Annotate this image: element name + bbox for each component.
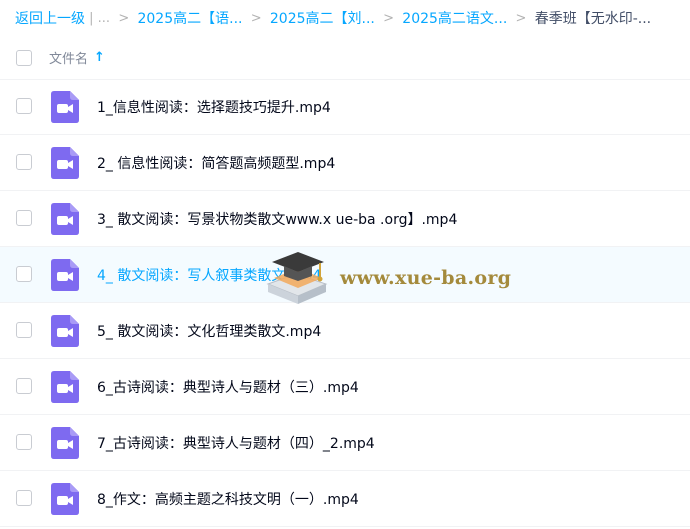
breadcrumb-separator: |: [85, 10, 98, 26]
file-browser: 返回上一级 | ... > 2025高二【语... > 2025高二【刘... …: [0, 0, 690, 529]
select-all-checkbox[interactable]: [16, 49, 32, 66]
row-checkbox[interactable]: [16, 322, 32, 338]
file-row[interactable]: 5_ 散文阅读：文化哲理类散文.mp4: [0, 303, 690, 359]
name-column-label: 文件名: [49, 52, 89, 67]
file-name[interactable]: 7_古诗阅读：典型诗人与题材（四）_2.mp4: [97, 433, 375, 453]
row-checkbox[interactable]: [16, 434, 32, 450]
breadcrumb-separator: >: [110, 10, 138, 26]
file-name[interactable]: 8_作文：高频主题之科技文明（一）.mp4: [97, 489, 359, 509]
sort-by-name-button[interactable]: 文件名 ↑: [49, 48, 105, 67]
video-file-icon: [51, 483, 79, 515]
file-row[interactable]: 2_ 信息性阅读：简答题高频题型.mp4: [0, 135, 690, 191]
video-file-icon: [51, 371, 79, 403]
breadcrumb-separator: >: [507, 10, 535, 26]
row-checkbox[interactable]: [16, 154, 32, 170]
breadcrumb-current: 春季班【无水印-...: [534, 11, 652, 27]
breadcrumb-item-1[interactable]: 2025高二【语...: [137, 8, 242, 28]
file-row[interactable]: 4_ 散文阅读：写人叙事类散文.mp4: [0, 247, 690, 303]
file-name[interactable]: 4_ 散文阅读：写人叙事类散文.mp4: [97, 265, 321, 285]
breadcrumb-separator: >: [374, 10, 403, 26]
file-row[interactable]: 1_信息性阅读：选择题技巧提升.mp4: [0, 79, 690, 135]
breadcrumb-item-3[interactable]: 2025高二语文...: [402, 8, 507, 28]
back-link[interactable]: 返回上一级: [15, 8, 85, 28]
breadcrumb: 返回上一级 | ... > 2025高二【语... > 2025高二【刘... …: [15, 0, 690, 36]
row-checkbox[interactable]: [16, 98, 32, 114]
video-file-icon: [51, 91, 79, 123]
video-file-icon: [51, 147, 79, 179]
file-row[interactable]: 7_古诗阅读：典型诗人与题材（四）_2.mp4: [0, 415, 690, 471]
breadcrumb-ellipsis[interactable]: ...: [98, 11, 110, 26]
file-row[interactable]: 3_ 散文阅读：写景状物类散文www.x ue-ba .org】.mp4: [0, 191, 690, 247]
file-list: 1_信息性阅读：选择题技巧提升.mp4 2_ 信息性阅读：简答题高频题型.mp4 3…: [0, 79, 690, 527]
sort-ascending-icon: ↑: [94, 50, 105, 65]
row-checkbox[interactable]: [16, 378, 32, 394]
file-name[interactable]: 5_ 散文阅读：文化哲理类散文.mp4: [97, 321, 321, 341]
video-file-icon: [51, 315, 79, 347]
video-file-icon: [51, 427, 79, 459]
file-row[interactable]: 8_作文：高频主题之科技文明（一）.mp4: [0, 471, 690, 527]
row-checkbox[interactable]: [16, 210, 32, 226]
row-checkbox[interactable]: [16, 490, 32, 506]
file-name[interactable]: 3_ 散文阅读：写景状物类散文www.x ue-ba .org】.mp4: [97, 209, 457, 229]
file-name[interactable]: 2_ 信息性阅读：简答题高频题型.mp4: [97, 153, 335, 173]
video-file-icon: [51, 203, 79, 235]
file-row[interactable]: 6_古诗阅读：典型诗人与题材（三）.mp4: [0, 359, 690, 415]
file-list-header: 文件名 ↑: [0, 36, 690, 80]
breadcrumb-item-2[interactable]: 2025高二【刘...: [270, 8, 375, 28]
breadcrumb-separator: >: [242, 10, 270, 26]
row-checkbox[interactable]: [16, 266, 32, 282]
file-name[interactable]: 6_古诗阅读：典型诗人与题材（三）.mp4: [97, 377, 359, 397]
file-name[interactable]: 1_信息性阅读：选择题技巧提升.mp4: [97, 97, 331, 117]
video-file-icon: [51, 259, 79, 291]
